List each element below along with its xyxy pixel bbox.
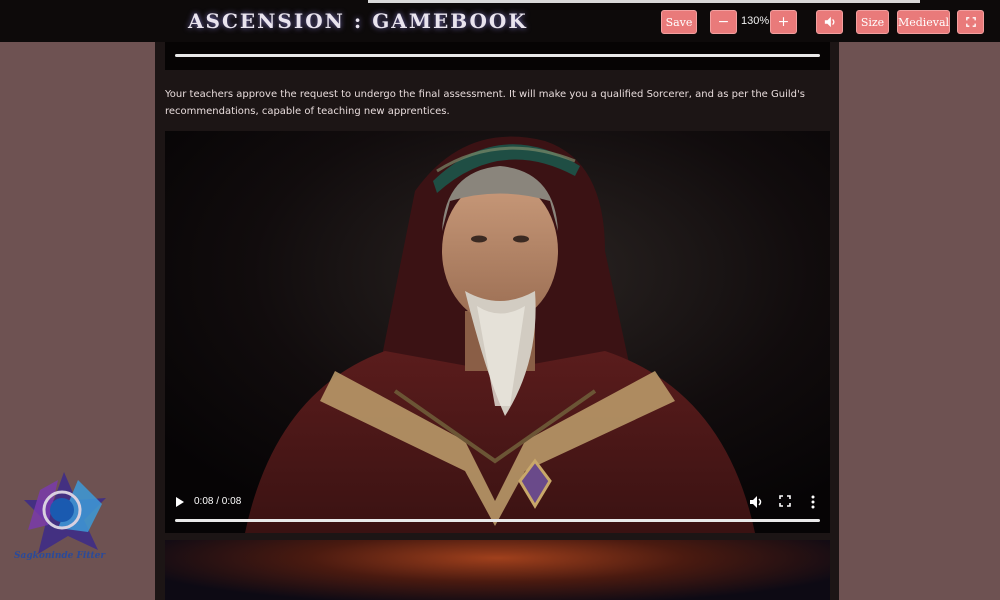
- watermark-text: Sagkoninde Fitter: [14, 551, 106, 561]
- zoom-level: 130%: [741, 15, 770, 27]
- speaker-icon: [824, 16, 834, 28]
- video-progress-bar[interactable]: [175, 519, 820, 522]
- fullscreen-icon[interactable]: [779, 495, 791, 507]
- story-paragraph: Your teachers approve the request to und…: [165, 89, 805, 117]
- volume-icon[interactable]: [749, 495, 763, 509]
- sound-button[interactable]: [816, 10, 843, 34]
- page-scroll-indicator: [368, 0, 920, 3]
- size-button[interactable]: Size: [856, 10, 889, 34]
- next-video-frame: [165, 540, 830, 600]
- video-progress-bar[interactable]: [175, 54, 820, 57]
- app-title: ASCENSION : GAMEBOOK: [188, 9, 528, 33]
- theme-button[interactable]: Medieval: [897, 10, 950, 34]
- fullscreen-icon: [965, 17, 976, 27]
- video-player[interactable]: 0:08 / 0:08: [165, 131, 830, 533]
- fullscreen-button[interactable]: [957, 10, 984, 34]
- top-bar: ASCENSION : GAMEBOOK Save − 130% + Size …: [0, 0, 1000, 42]
- sorcerer-video-frame: [165, 131, 830, 533]
- save-button[interactable]: Save: [661, 10, 697, 34]
- zoom-out-button[interactable]: −: [710, 10, 737, 34]
- play-icon[interactable]: [175, 496, 185, 508]
- video-time: 0:08 / 0:08: [194, 496, 242, 507]
- more-options-icon[interactable]: [810, 495, 816, 509]
- zoom-in-button[interactable]: +: [770, 10, 797, 34]
- next-video-player[interactable]: [165, 540, 830, 600]
